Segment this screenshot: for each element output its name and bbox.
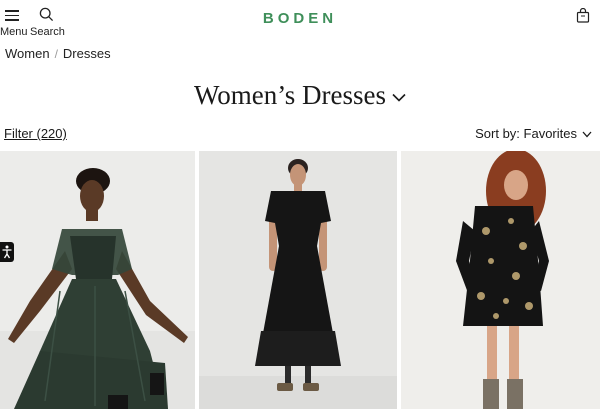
product-image (401, 151, 600, 409)
product-image (199, 151, 397, 409)
product-grid (0, 151, 600, 409)
product-card[interactable] (199, 151, 397, 409)
search-label: Search (30, 26, 65, 38)
product-card[interactable] (401, 151, 600, 409)
page-title: Women’s Dresses (193, 80, 387, 110)
accessibility-button[interactable] (0, 242, 14, 262)
page-title-dropdown[interactable]: Women’s Dresses (0, 80, 600, 111)
menu-label: Menu (0, 26, 28, 38)
sort-dropdown[interactable]: Sort by: Favorites (475, 126, 592, 141)
product-image (0, 151, 195, 409)
accessibility-icon (2, 245, 12, 259)
breadcrumb: Women / Dresses (5, 46, 111, 61)
breadcrumb-item-dresses[interactable]: Dresses (63, 46, 111, 61)
filter-button[interactable]: Filter (220) (4, 126, 67, 141)
chevron-down-icon (582, 131, 592, 138)
brand-logo[interactable]: BODEN (0, 10, 600, 27)
breadcrumb-separator: / (54, 47, 58, 61)
top-navigation-bar: Menu Search BODEN (0, 0, 600, 40)
product-card[interactable] (0, 151, 195, 409)
breadcrumb-item-women[interactable]: Women (5, 46, 50, 61)
shopping-bag-icon (576, 7, 590, 23)
sort-label: Sort by: Favorites (475, 126, 577, 141)
shopping-bag-button[interactable] (576, 7, 592, 24)
chevron-down-icon (392, 94, 406, 102)
